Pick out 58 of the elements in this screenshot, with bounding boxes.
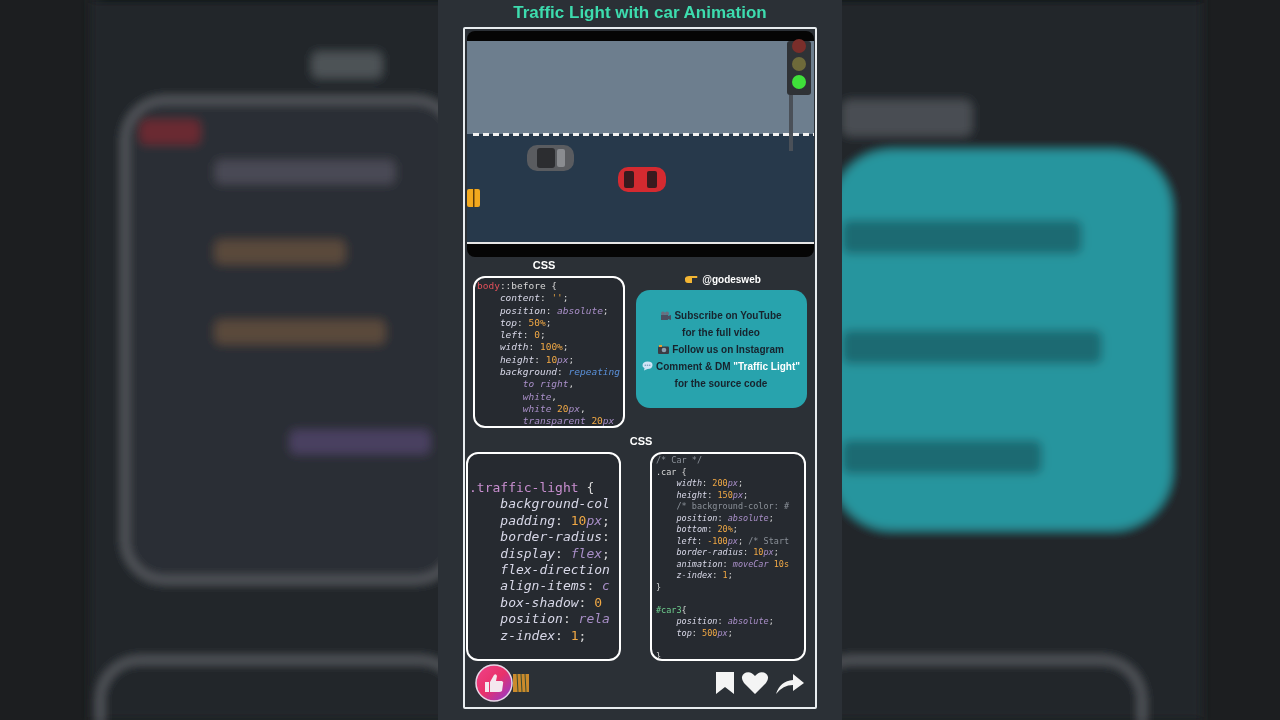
code-line: animation: moveCar 10s (675, 558, 791, 570)
code-line: position: absolute; (675, 616, 775, 628)
promo-text: Follow us on Instagram (672, 342, 784, 357)
video-title: Traffic Light with car Animation (513, 2, 767, 24)
code-line: .car { (656, 466, 688, 478)
code-line: position: absolute; (498, 304, 610, 317)
pointing-hand-icon (685, 274, 699, 284)
motion-streak-icon (513, 672, 529, 694)
share-icon (775, 671, 805, 695)
promo-text: Comment & DM "Traffic Light" (656, 359, 800, 374)
code-line: padding: 10px; (499, 512, 611, 530)
code-line: bottom: 20%; (675, 524, 739, 536)
code-line: /* Car */ (656, 455, 704, 467)
code-line: white 20px, (521, 402, 587, 416)
bookmark-icon (715, 671, 735, 695)
promo-text: for the source code (674, 376, 768, 391)
code-line: display: flex; (499, 545, 611, 563)
code-line: flex-direction (499, 562, 611, 579)
code-line: /* background-color: # (675, 501, 791, 513)
code-line: z-index: 1; (675, 570, 734, 582)
code-line: #car3{ (656, 604, 688, 616)
code-line: body::before { (477, 280, 559, 293)
traffic-light-pole (788, 95, 793, 151)
code-line: height: 10px; (498, 353, 576, 367)
promo-text: for the full video (682, 325, 760, 340)
code-line: background-col (499, 496, 611, 513)
code-line: border-radius: (499, 529, 611, 546)
camera-icon (658, 344, 670, 354)
speech-bubble-icon (642, 361, 653, 371)
code-line: position: absolute; (675, 512, 775, 524)
code-line: top: 50%; (498, 316, 553, 330)
code-line: z-index: 1; (499, 627, 588, 645)
code-line: box-shadow: 0 (499, 594, 604, 612)
like-icon (475, 664, 515, 702)
section-label: CSS (629, 434, 653, 448)
car-drawing (526, 145, 574, 171)
heart-icon (741, 671, 769, 695)
code-line: transparent 20px (521, 415, 616, 426)
code-line: } (656, 581, 663, 593)
channel-handle: @godesweb (702, 272, 761, 287)
code-line: background: repeating (498, 366, 621, 379)
code-line: content: ''; (498, 292, 570, 305)
car-drawing (466, 189, 480, 207)
code-line: position: rela (499, 611, 611, 628)
promo-text: Subscribe on YouTube (674, 308, 782, 323)
code-line: width: 200px; (675, 478, 745, 490)
code-line: .traffic-light { (469, 480, 596, 497)
code-line: top: 500px; (675, 627, 734, 639)
section-label: CSS (532, 258, 556, 272)
code-line: left: -100px; /* Start (675, 535, 791, 547)
code-line: height: 150px; (675, 489, 750, 501)
code-line: align-items: c (499, 578, 611, 595)
code-line: white, (521, 390, 559, 403)
film-camera-icon (660, 310, 672, 320)
code-line: to right, (521, 378, 576, 391)
code-line: border-radius: 10px; (675, 547, 780, 559)
code-line: left: 0; (498, 329, 547, 342)
code-line: width: 100%; (498, 341, 570, 354)
